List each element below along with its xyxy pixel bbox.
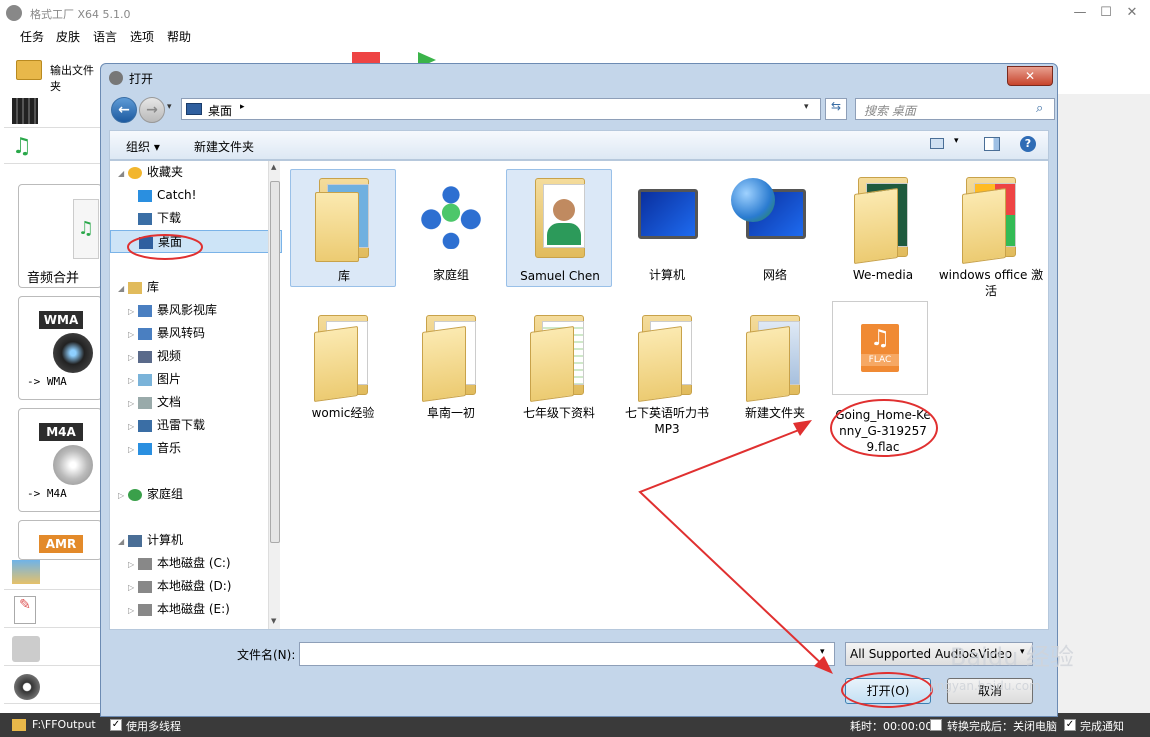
annotation-arrowhead-top: [793, 420, 812, 436]
watermark-text: Baidu 经验: [950, 643, 1074, 671]
flac-file-highlight: [830, 399, 938, 457]
annotation-arrow-line: [638, 427, 827, 669]
annotation-overlay: Baidu 经验 jingyan.baidu.com: [127, 234, 1074, 693]
watermark-url: jingyan.baidu.com: [929, 679, 1041, 693]
desktop-highlight: [127, 234, 203, 260]
